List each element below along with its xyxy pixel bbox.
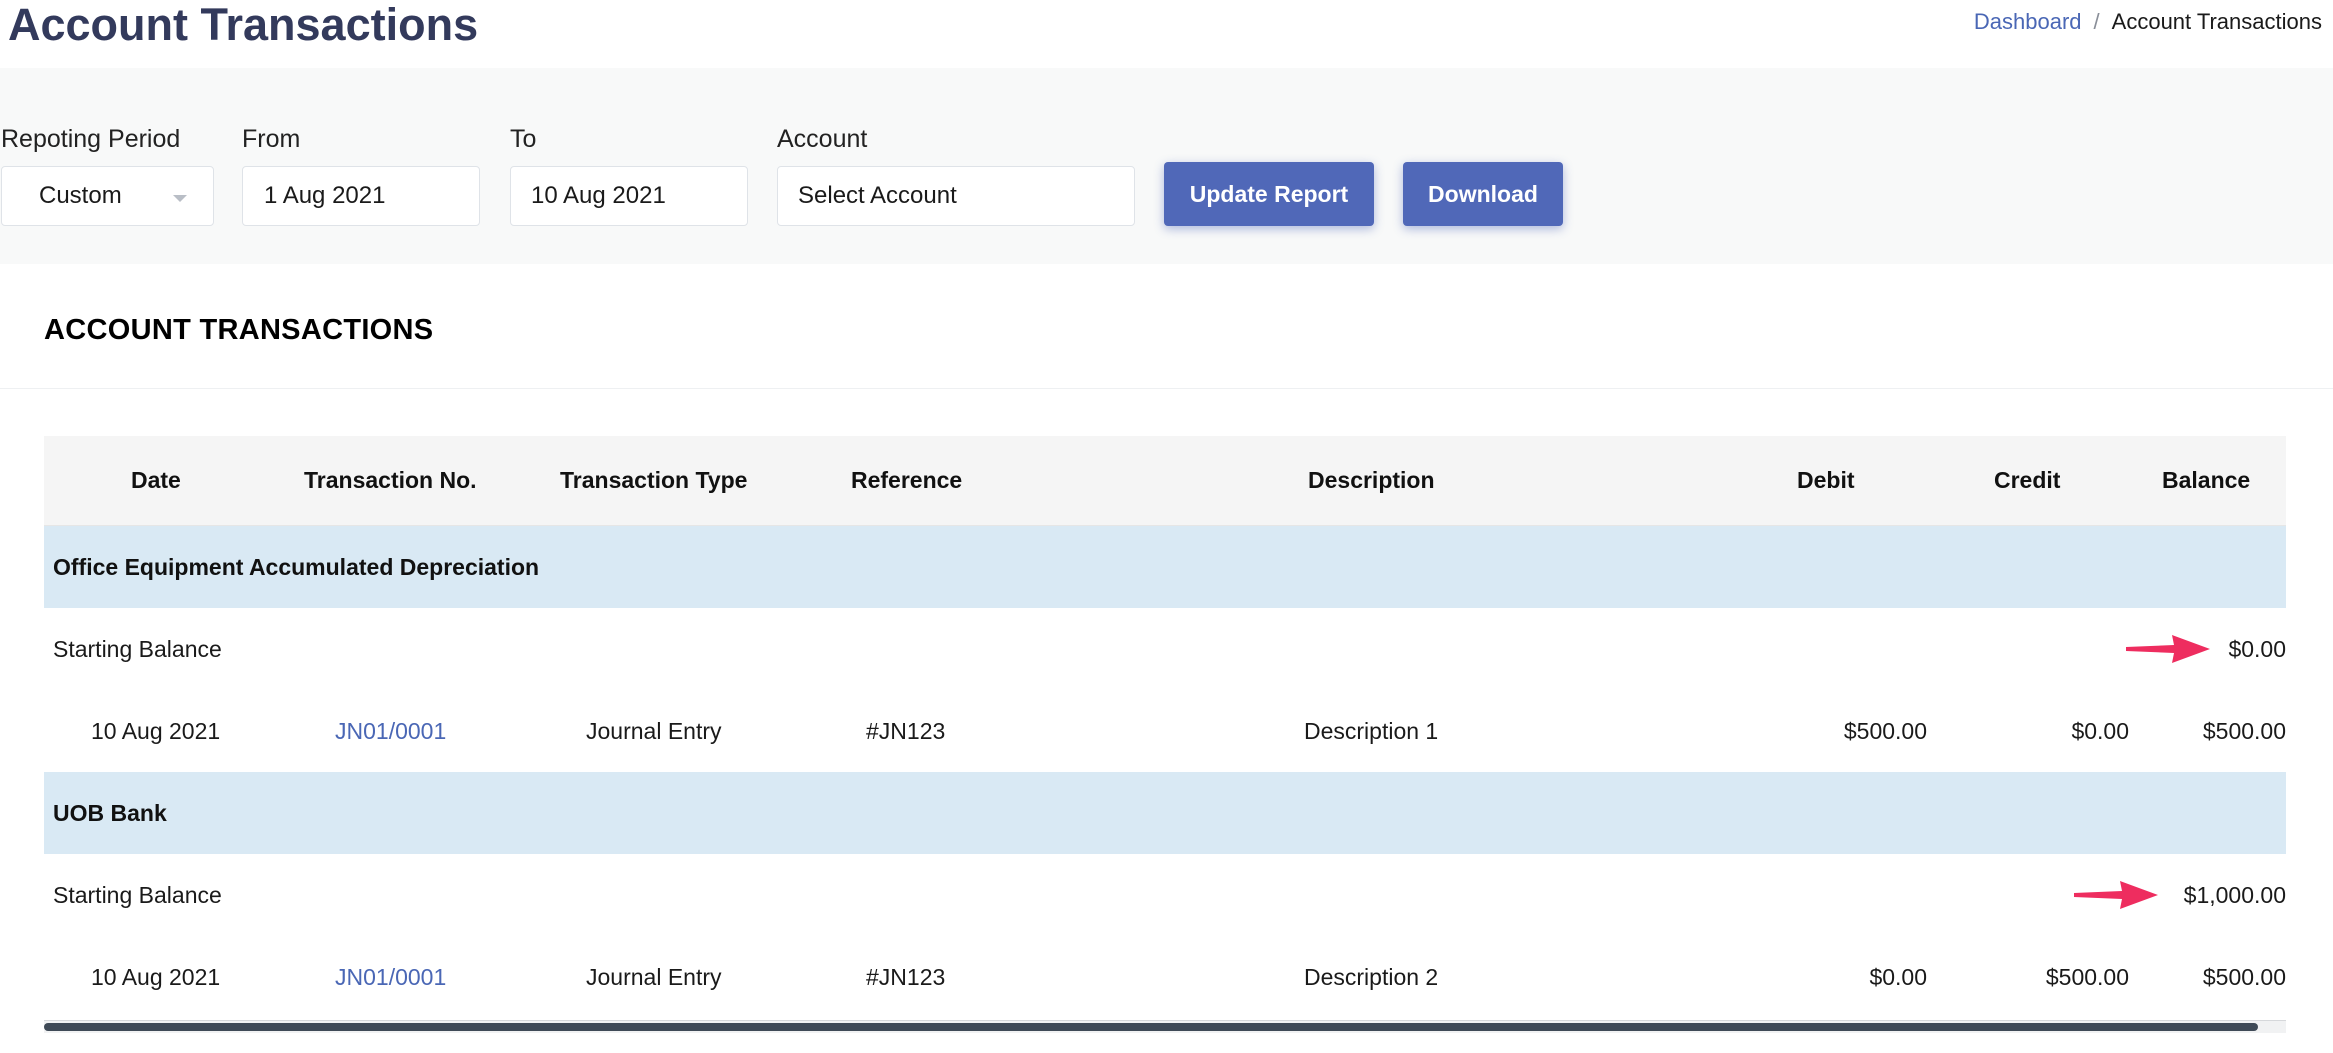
cell-transaction-type: Journal Entry — [586, 964, 722, 990]
starting-balance-value: $0.00 — [2228, 636, 2286, 662]
group-name: UOB Bank — [53, 800, 167, 826]
account-select[interactable]: Select Account — [777, 166, 1135, 226]
cell-description: Description 2 — [1304, 964, 1439, 990]
column-header-date[interactable]: Date — [131, 436, 181, 525]
column-header-reference[interactable]: Reference — [851, 436, 962, 525]
column-header-transaction-no[interactable]: Transaction No. — [304, 436, 477, 525]
from-date-label: From — [242, 125, 301, 153]
column-header-credit[interactable]: Credit — [1994, 436, 2060, 525]
group-row: UOB Bank — [44, 772, 2286, 854]
group-name: Office Equipment Accumulated Depreciatio… — [53, 554, 540, 580]
chevron-down-icon — [173, 195, 187, 202]
reporting-period-group: Repoting Period Custom — [1, 124, 214, 226]
cell-debit: $500.00 — [1843, 718, 1927, 744]
column-header-description[interactable]: Description — [1308, 436, 1435, 525]
group-row: Office Equipment Accumulated Depreciatio… — [44, 526, 2286, 608]
arrow-right-icon — [2126, 635, 2210, 663]
section-title: ACCOUNT TRANSACTIONS — [44, 314, 434, 346]
column-header-transaction-type[interactable]: Transaction Type — [560, 436, 747, 525]
cell-credit: $0.00 — [2071, 718, 2129, 744]
table-row: 10 Aug 2021 JN01/0001 Journal Entry #JN1… — [44, 936, 2286, 1018]
cell-transaction-link[interactable]: JN01/0001 — [335, 936, 446, 1018]
cell-credit: $500.00 — [2045, 964, 2129, 990]
from-date-group: From 1 Aug 2021 — [242, 124, 480, 226]
to-date-label: To — [510, 125, 537, 153]
starting-balance-row: Starting Balance $1,000.00 — [44, 854, 2286, 936]
account-group: Account Select Account — [777, 124, 1135, 226]
reporting-period-label: Repoting Period — [1, 125, 181, 153]
update-report-button[interactable]: Update Report — [1164, 162, 1374, 226]
reporting-period-value: Custom — [39, 182, 122, 209]
from-date-input[interactable]: 1 Aug 2021 — [242, 166, 480, 226]
to-date-value: 10 Aug 2021 — [531, 182, 666, 209]
account-select-value: Select Account — [798, 182, 957, 209]
cell-description: Description 1 — [1304, 718, 1439, 744]
download-button[interactable]: Download — [1403, 162, 1563, 226]
to-date-input[interactable]: 10 Aug 2021 — [510, 166, 748, 226]
cell-date: 10 Aug 2021 — [91, 964, 221, 990]
cell-reference: #JN123 — [866, 964, 946, 990]
breadcrumb-dashboard-link[interactable]: Dashboard — [1974, 9, 2082, 34]
breadcrumb-separator: / — [2093, 9, 2100, 34]
cell-balance: $500.00 — [2202, 718, 2286, 744]
reporting-period-select[interactable]: Custom — [1, 166, 214, 226]
from-date-value: 1 Aug 2021 — [264, 182, 386, 209]
page-header: Account Transactions Dashboard / Account T… — [0, 0, 2333, 68]
filter-bar: Repoting Period Custom From 1 Aug 2021 T… — [0, 68, 2333, 264]
arrow-right-icon — [2074, 881, 2158, 909]
account-label: Account — [777, 125, 868, 153]
cell-reference: #JN123 — [866, 718, 946, 744]
cell-date: 10 Aug 2021 — [91, 718, 221, 744]
starting-balance-label: Starting Balance — [53, 636, 222, 662]
page-title: Account Transactions — [8, 0, 479, 50]
cell-debit: $0.00 — [1869, 964, 1927, 990]
starting-balance-value: $1,000.00 — [2183, 882, 2286, 908]
table-row: 10 Aug 2021 JN01/0001 Journal Entry #JN1… — [44, 690, 2286, 772]
column-header-balance[interactable]: Balance — [2162, 436, 2250, 525]
to-date-group: To 10 Aug 2021 — [510, 124, 748, 226]
table-header-row: Date Transaction No. Transaction Type Re… — [44, 436, 2286, 526]
scrollbar-thumb[interactable] — [44, 1023, 2258, 1031]
cell-transaction-type: Journal Entry — [586, 718, 722, 744]
breadcrumb: Dashboard / Account Transactions — [1974, 8, 2322, 36]
starting-balance-row: Starting Balance $0.00 — [44, 608, 2286, 690]
section-divider — [0, 388, 2333, 389]
column-header-debit[interactable]: Debit — [1797, 436, 1855, 525]
breadcrumb-current: Account Transactions — [2111, 9, 2322, 34]
horizontal-scrollbar[interactable] — [44, 1020, 2286, 1033]
cell-balance: $500.00 — [2202, 964, 2286, 990]
starting-balance-label: Starting Balance — [53, 882, 222, 908]
cell-transaction-link[interactable]: JN01/0001 — [335, 690, 446, 772]
